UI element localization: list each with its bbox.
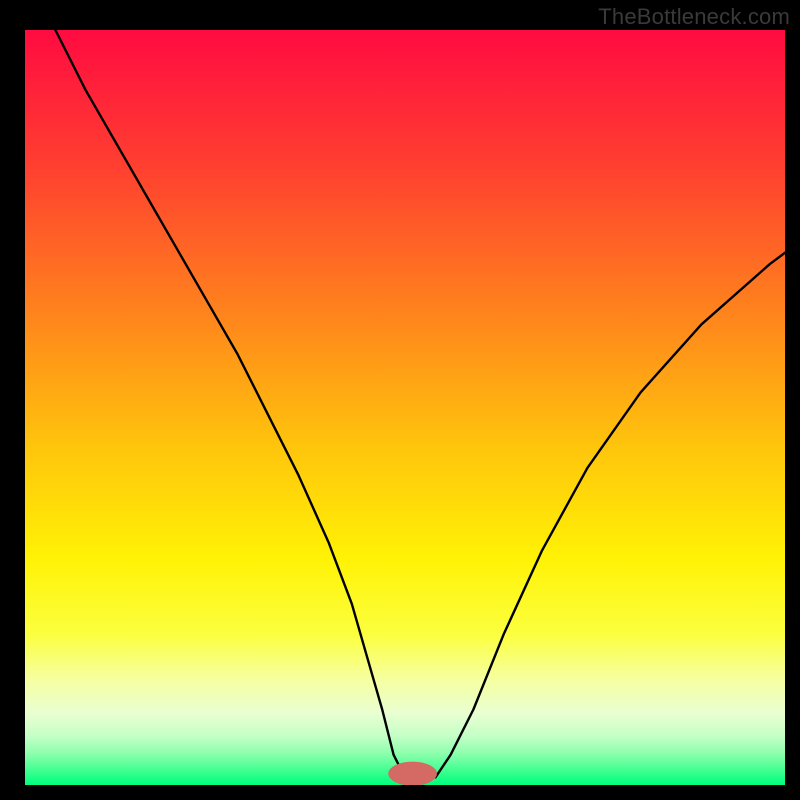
chart-container: TheBottleneck.com xyxy=(0,0,800,800)
bottleneck-chart xyxy=(0,0,800,800)
minimum-marker xyxy=(388,762,437,786)
watermark-label: TheBottleneck.com xyxy=(598,4,790,30)
gradient-background xyxy=(25,30,785,785)
